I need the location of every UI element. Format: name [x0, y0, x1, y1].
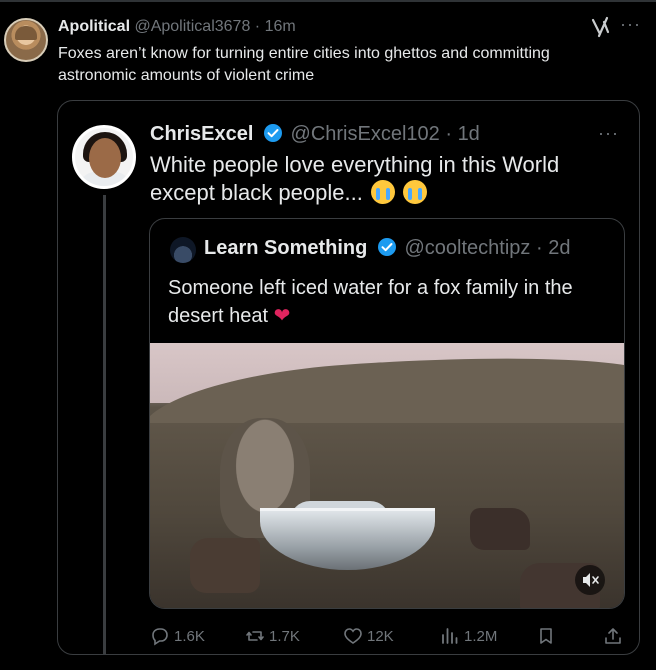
like-icon: [344, 628, 362, 644]
more-icon[interactable]: ···: [598, 123, 619, 144]
quoted-author-avatar[interactable]: [72, 125, 136, 189]
video-media[interactable]: [150, 343, 624, 608]
mute-button[interactable]: [575, 565, 605, 595]
quoted-tweet-body: White people love everything in this Wor…: [150, 152, 560, 205]
tweet-text: Foxes aren’t know for turning entire cit…: [58, 45, 550, 84]
nested-author-name[interactable]: Learn Something: [204, 237, 367, 259]
quoted-tweet-time[interactable]: 1d: [458, 123, 480, 145]
repost-icon: [246, 631, 264, 641]
verified-badge-icon: [377, 238, 396, 256]
tweet-header: Apolitical @Apolitical3678 · 16m: [58, 18, 296, 36]
share-icon: [605, 628, 621, 644]
quoted-author-name[interactable]: ChrisExcel: [150, 123, 253, 145]
nested-author-avatar[interactable]: [170, 237, 196, 263]
quoted-author-handle[interactable]: @ChrisExcel102: [291, 123, 440, 145]
views-button[interactable]: 1.2M: [440, 624, 497, 648]
nested-author-handle[interactable]: @cooltechtipz: [404, 237, 530, 259]
nested-quote-body: Someone left iced water for a fox family…: [168, 277, 573, 327]
nested-quote-card[interactable]: Learn Something @cooltechtipz · 2d Someo…: [149, 218, 625, 609]
meta-separator: ·: [535, 237, 543, 259]
author-avatar[interactable]: [4, 18, 48, 62]
repost-count: 1.7K: [269, 627, 300, 645]
thread-line: [103, 195, 106, 654]
heart-emoji-icon: ❤: [273, 305, 291, 327]
bookmark-icon: [540, 628, 552, 644]
more-icon[interactable]: ···: [620, 14, 644, 34]
grok-icon[interactable]: [590, 16, 610, 38]
views-icon: [442, 628, 458, 644]
tweet-time[interactable]: 16m: [265, 18, 296, 35]
reply-button[interactable]: 1.6K: [150, 624, 205, 648]
bookmark-button[interactable]: [536, 624, 560, 648]
views-count: 1.2M: [464, 627, 498, 645]
media-rock: [190, 538, 260, 593]
meta-separator: ·: [254, 18, 261, 35]
like-count: 12K: [367, 627, 394, 645]
meta-separator: ·: [445, 123, 452, 145]
outer-tweet[interactable]: Apolitical @Apolitical3678 · 16m ··· Fox…: [0, 0, 656, 670]
sob-emoji-icon: [370, 180, 395, 204]
share-button[interactable]: [603, 624, 627, 648]
author-name[interactable]: Apolitical: [58, 18, 130, 35]
nested-quote-time[interactable]: 2d: [548, 237, 570, 259]
quoted-tweet-header: ChrisExcel @ChrisExcel102 · 1d: [150, 123, 480, 146]
author-handle[interactable]: @Apolitical3678: [134, 18, 250, 35]
media-rock: [470, 508, 530, 550]
like-button[interactable]: 12K: [343, 624, 394, 648]
quoted-tweet-text: White people love everything in this Wor…: [150, 151, 620, 207]
action-bar: 1.6K 1.7K 12K 1.2M: [150, 624, 630, 648]
quoted-tweet-card[interactable]: ChrisExcel @ChrisExcel102 · 1d ··· White…: [57, 100, 640, 655]
mute-icon: [583, 573, 599, 587]
reply-count: 1.6K: [174, 627, 205, 645]
nested-quote-header: Learn Something @cooltechtipz · 2d: [204, 237, 570, 260]
nested-quote-text: Someone left iced water for a fox family…: [168, 274, 608, 330]
reply-icon: [152, 628, 168, 646]
divider: [0, 0, 656, 2]
verified-badge-icon: [263, 124, 282, 142]
sob-emoji-icon: [403, 180, 428, 204]
repost-button[interactable]: 1.7K: [245, 624, 300, 648]
